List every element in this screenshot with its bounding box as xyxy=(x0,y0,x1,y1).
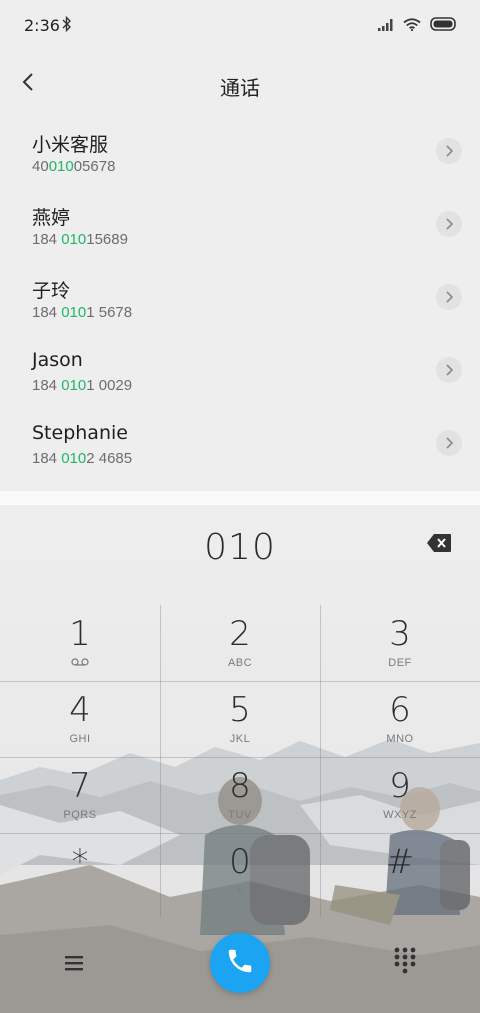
bluetooth-icon xyxy=(62,15,72,36)
contact-name: Stephanie xyxy=(32,422,128,444)
contact-name: 燕婷 xyxy=(32,207,71,229)
key-hash[interactable]: # xyxy=(320,833,480,909)
panel-divider xyxy=(0,491,480,505)
key-5[interactable]: 5 JKL xyxy=(160,681,320,757)
key-2[interactable]: 2 ABC xyxy=(160,605,320,681)
backspace-button[interactable] xyxy=(426,533,454,555)
backspace-icon xyxy=(426,534,452,557)
list-item[interactable]: 小米客服 4001005678 xyxy=(0,118,480,191)
dial-input-display[interactable]: 010 xyxy=(0,527,480,568)
contact-name: 小米客服 xyxy=(32,134,109,156)
contact-detail-button[interactable] xyxy=(436,284,462,310)
contact-number: 184 0101 0029 xyxy=(32,377,133,394)
chevron-right-icon xyxy=(445,434,454,453)
wifi-icon xyxy=(403,16,421,35)
contact-name: 子玲 xyxy=(32,280,71,302)
list-item[interactable]: Stephanie 184 0102 4685 xyxy=(0,410,480,483)
key-6[interactable]: 6 MNO xyxy=(320,681,480,757)
key-9[interactable]: 9 WXYZ xyxy=(320,757,480,833)
contact-detail-button[interactable] xyxy=(436,430,462,456)
menu-button[interactable] xyxy=(60,949,88,977)
contact-number: 184 0101 5678 xyxy=(32,304,133,321)
contact-name: Jason xyxy=(32,349,83,371)
dialpad-toggle-button[interactable] xyxy=(392,945,420,977)
contact-detail-button[interactable] xyxy=(436,138,462,164)
contact-detail-button[interactable] xyxy=(436,211,462,237)
key-0[interactable]: 0 + xyxy=(160,833,320,909)
battery-icon xyxy=(430,16,458,35)
key-star[interactable]: * xyxy=(0,833,160,909)
call-button[interactable] xyxy=(210,933,270,993)
dialpad-icon xyxy=(392,947,418,979)
list-item[interactable]: Jason 184 0101 0029 xyxy=(0,337,480,410)
search-results-list: 小米客服 4001005678 燕婷 184 01015689 子玲 184 0… xyxy=(0,118,480,483)
key-8[interactable]: 8 TUV xyxy=(160,757,320,833)
key-4[interactable]: 4 GHI xyxy=(0,681,160,757)
header: 通话 xyxy=(0,60,480,110)
contact-number: 184 0102 4685 xyxy=(32,450,133,467)
signal-icon xyxy=(378,16,394,35)
key-1[interactable]: 1 xyxy=(0,605,160,681)
contact-number: 184 01015689 xyxy=(32,231,128,248)
keypad: 1 2 ABC 3 DEF 4 GHI 5 JKL 6 MNO 7 PQRS 8… xyxy=(0,605,480,917)
dialer-bottom-bar xyxy=(0,931,480,1001)
list-item[interactable]: 子玲 184 0101 5678 xyxy=(0,264,480,337)
phone-icon xyxy=(225,946,255,980)
list-item[interactable]: 燕婷 184 01015689 xyxy=(0,191,480,264)
contact-detail-button[interactable] xyxy=(436,357,462,383)
page-title: 通话 xyxy=(220,76,260,100)
key-3[interactable]: 3 DEF xyxy=(320,605,480,681)
contact-number: 4001005678 xyxy=(32,158,116,175)
chevron-right-icon xyxy=(445,361,454,380)
menu-icon xyxy=(60,956,88,981)
key-7[interactable]: 7 PQRS xyxy=(0,757,160,833)
chevron-right-icon xyxy=(445,288,454,307)
chevron-right-icon xyxy=(445,142,454,161)
status-time: 2:36 xyxy=(24,16,60,35)
chevron-right-icon xyxy=(445,215,454,234)
voicemail-icon xyxy=(0,657,160,669)
dialer-panel: 010 1 2 ABC 3 DEF 4 GHI 5 JKL 6 MNO 7 PQ… xyxy=(0,505,480,1013)
status-bar: 2:36 xyxy=(0,0,480,50)
